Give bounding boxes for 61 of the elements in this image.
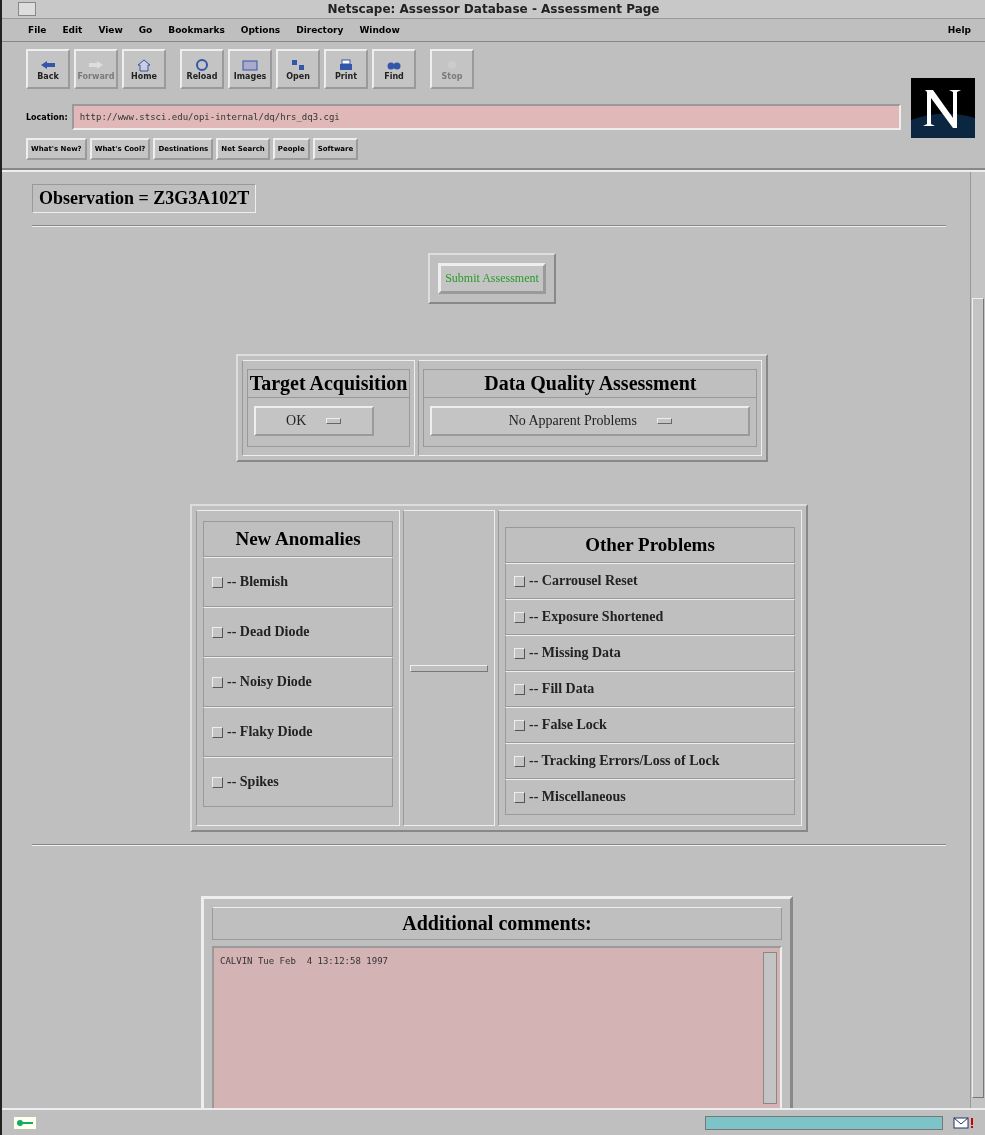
checkbox-label: -- Missing Data xyxy=(529,645,621,661)
checkbox-label: -- Fill Data xyxy=(529,681,595,697)
n-logo-icon xyxy=(911,78,975,138)
checkbox-label: -- Exposure Shortened xyxy=(529,609,664,625)
checkbox[interactable] xyxy=(514,575,525,587)
toolbar-button[interactable]: Print xyxy=(324,49,368,89)
dropdown-indicator-icon xyxy=(656,418,672,424)
data-quality-dropdown[interactable]: No Apparent Problems xyxy=(430,406,751,436)
checkbox[interactable] xyxy=(212,626,223,638)
checkbox[interactable] xyxy=(514,611,525,623)
checkbox-label: -- Noisy Diode xyxy=(227,674,312,690)
location-label: Location: xyxy=(26,112,68,122)
toolbar-button[interactable]: Find xyxy=(372,49,416,89)
checkbox[interactable] xyxy=(514,755,525,767)
menu-item[interactable]: Bookmarks xyxy=(168,25,225,35)
checkbox[interactable] xyxy=(212,726,223,738)
checkbox[interactable] xyxy=(514,683,525,695)
security-key-icon xyxy=(14,1116,36,1129)
menu-item[interactable]: View xyxy=(98,25,123,35)
checkbox-label: -- Carrousel Reset xyxy=(529,573,638,589)
checkbox-label: -- Dead Diode xyxy=(227,624,310,640)
data-quality-heading: Data Quality Assessment xyxy=(423,369,758,398)
scrollbar[interactable] xyxy=(763,952,777,1104)
toolbar-button[interactable]: Reload xyxy=(180,49,224,89)
toolbar-button[interactable]: Back xyxy=(26,49,70,89)
menu-item[interactable]: Directory xyxy=(296,25,344,35)
menu-item[interactable]: Window xyxy=(359,25,400,35)
checkbox[interactable] xyxy=(514,791,525,803)
dropdown-indicator-icon xyxy=(326,418,342,424)
toolbar-button[interactable]: Open xyxy=(276,49,320,89)
checkbox-label: -- Miscellaneous xyxy=(529,789,626,805)
menu-item[interactable]: Go xyxy=(138,25,153,35)
target-acquisition-heading: Target Acquisition xyxy=(246,369,411,398)
scrollbar[interactable] xyxy=(970,172,985,1108)
toolbar-button[interactable]: Home xyxy=(122,49,166,89)
checkbox-label: -- Spikes xyxy=(227,774,279,790)
window-menu-button[interactable] xyxy=(18,2,36,16)
target-acquisition-dropdown[interactable]: OK xyxy=(253,406,374,436)
menu-item[interactable]: Help xyxy=(947,25,971,35)
toolbar-button[interactable]: Images xyxy=(228,49,272,89)
checkbox[interactable] xyxy=(212,776,223,788)
checkbox[interactable] xyxy=(212,676,223,688)
checkbox[interactable] xyxy=(212,576,223,588)
checkbox-label: -- Flaky Diode xyxy=(227,724,313,740)
toolbar-icon xyxy=(240,57,260,72)
menu-item[interactable]: Options xyxy=(240,25,281,35)
checkbox-label: -- Blemish xyxy=(227,574,289,590)
new-anomalies-heading: New Anomalies xyxy=(203,521,393,557)
observation-heading: Observation = Z3G3A102T xyxy=(32,184,257,213)
checkbox-label: -- Tracking Errors/Loss of Lock xyxy=(529,753,720,769)
checkbox[interactable] xyxy=(514,719,525,731)
window-title: Netscape: Assessor Database - Assessment Page xyxy=(326,2,661,16)
other-problems-heading: Other Problems xyxy=(505,527,795,563)
checkbox[interactable] xyxy=(514,647,525,659)
menu-item[interactable]: Edit xyxy=(62,25,83,35)
comments-field[interactable]: CALVIN Tue Feb 4 13:12:58 1997 xyxy=(212,946,782,1108)
menu-item[interactable]: File xyxy=(28,25,47,35)
location-field[interactable]: http://www.stsci.edu/opi-internal/dq/hrs_dq3.cgi xyxy=(71,104,901,130)
comments-heading: Additional comments: xyxy=(212,907,782,940)
checkbox-label: -- False Lock xyxy=(529,717,607,733)
mail-icon[interactable] xyxy=(953,1115,975,1130)
